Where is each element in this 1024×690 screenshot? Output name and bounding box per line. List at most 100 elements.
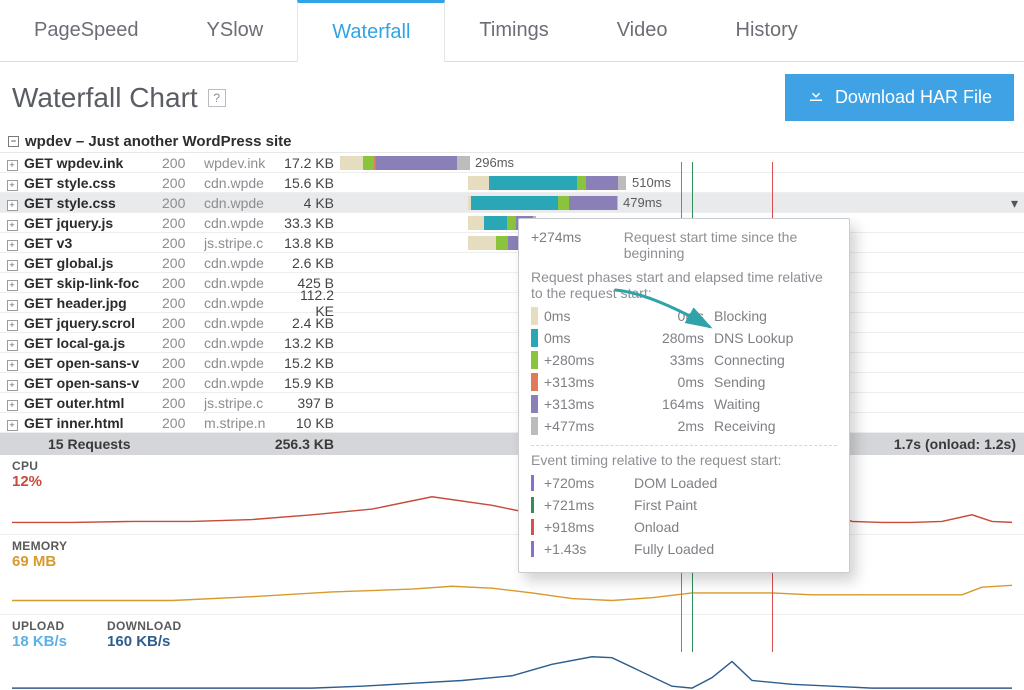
row-domain: cdn.wpde bbox=[204, 175, 278, 191]
table-row[interactable]: +GET outer.html200js.stripe.c397 B bbox=[0, 393, 1024, 413]
row-status: 200 bbox=[162, 155, 204, 171]
cpu-value: 12% bbox=[12, 473, 1012, 490]
row-name: GET skip-link-foc bbox=[24, 275, 162, 291]
row-waterfall: 510ms bbox=[340, 173, 1024, 192]
cpu-label: CPU bbox=[12, 459, 1012, 473]
memory-label: MEMORY bbox=[12, 539, 1012, 553]
tab-pagespeed[interactable]: PageSpeed bbox=[0, 0, 173, 61]
row-domain: js.stripe.c bbox=[204, 235, 278, 251]
collapse-icon[interactable]: − bbox=[8, 136, 19, 147]
row-name: GET open-sans-v bbox=[24, 375, 162, 391]
table-row[interactable]: +GET global.js200cdn.wpde2.6 KB bbox=[0, 253, 1024, 273]
tooltip-phase-row: +280ms33msConnecting bbox=[531, 349, 837, 371]
summary-requests: 15 Requests bbox=[0, 436, 182, 452]
table-row[interactable]: +GET header.jpg200cdn.wpde112.2 KE bbox=[0, 293, 1024, 313]
tab-video[interactable]: Video bbox=[583, 0, 702, 61]
chevron-down-icon[interactable]: ▾ bbox=[1011, 195, 1018, 212]
tooltip-event-row: +721msFirst Paint bbox=[531, 494, 837, 516]
waterfall-bar bbox=[468, 176, 626, 190]
row-size: 13.8 KB bbox=[278, 235, 340, 251]
phase-duration: 2ms bbox=[634, 418, 714, 434]
help-button[interactable]: ? bbox=[208, 89, 226, 107]
tab-history[interactable]: History bbox=[702, 0, 832, 61]
waterfall-bar bbox=[468, 196, 618, 210]
plus-icon: + bbox=[7, 240, 18, 251]
row-status: 200 bbox=[162, 335, 204, 351]
table-row[interactable]: +GET wpdev.ink200wpdev.ink17.2 KB296ms bbox=[0, 153, 1024, 173]
cpu-chart bbox=[12, 492, 1012, 530]
tooltip-event-row: +918msOnload bbox=[531, 516, 837, 538]
event-swatch bbox=[531, 475, 534, 491]
expand-toggle[interactable]: + bbox=[0, 215, 24, 231]
tooltip-event-row: +1.43sFully Loaded bbox=[531, 538, 837, 560]
phase-duration: 33ms bbox=[634, 352, 714, 368]
row-size: 2.6 KB bbox=[278, 255, 340, 271]
phase-offset: +313ms bbox=[544, 396, 634, 412]
event-name: Fully Loaded bbox=[634, 541, 714, 557]
expand-toggle[interactable]: + bbox=[0, 295, 24, 311]
table-row[interactable]: +GET style.css200cdn.wpde4 KB479ms▾ bbox=[0, 193, 1024, 213]
expand-toggle[interactable]: + bbox=[0, 355, 24, 371]
phase-offset: +477ms bbox=[544, 418, 634, 434]
row-size: 10 KB bbox=[278, 415, 340, 431]
expand-toggle[interactable]: + bbox=[0, 395, 24, 411]
tree-root-header[interactable]: − wpdev – Just another WordPress site bbox=[0, 131, 1024, 153]
row-waterfall: 296ms bbox=[340, 153, 1024, 172]
expand-toggle[interactable]: + bbox=[0, 235, 24, 251]
tooltip-start-label: Request start time since the beginning bbox=[624, 229, 837, 261]
download-har-button[interactable]: Download HAR File bbox=[785, 74, 1014, 121]
expand-toggle[interactable]: + bbox=[0, 415, 24, 431]
annotation-arrow bbox=[610, 285, 720, 340]
table-row[interactable]: +GET skip-link-foc200cdn.wpde425 B bbox=[0, 273, 1024, 293]
row-status: 200 bbox=[162, 295, 204, 311]
table-row[interactable]: +GET open-sans-v200cdn.wpde15.2 KB bbox=[0, 353, 1024, 373]
event-offset: +918ms bbox=[544, 519, 634, 535]
row-status: 200 bbox=[162, 395, 204, 411]
expand-toggle[interactable]: + bbox=[0, 315, 24, 331]
row-status: 200 bbox=[162, 175, 204, 191]
plus-icon: + bbox=[7, 200, 18, 211]
plus-icon: + bbox=[7, 300, 18, 311]
expand-toggle[interactable]: + bbox=[0, 195, 24, 211]
table-row[interactable]: +GET style.css200cdn.wpde15.6 KB510ms bbox=[0, 173, 1024, 193]
event-name: Onload bbox=[634, 519, 679, 535]
phase-offset: +313ms bbox=[544, 374, 634, 390]
tooltip-event-row: +720msDOM Loaded bbox=[531, 472, 837, 494]
row-status: 200 bbox=[162, 215, 204, 231]
expand-toggle[interactable]: + bbox=[0, 175, 24, 191]
table-row[interactable]: +GET local-ga.js200cdn.wpde13.2 KB bbox=[0, 333, 1024, 353]
row-name: GET jquery.scrol bbox=[24, 315, 162, 331]
expand-toggle[interactable]: + bbox=[0, 255, 24, 271]
row-domain: cdn.wpde bbox=[204, 255, 278, 271]
row-status: 200 bbox=[162, 415, 204, 431]
expand-toggle[interactable]: + bbox=[0, 275, 24, 291]
tooltip-phase-row: +477ms2msReceiving bbox=[531, 415, 837, 437]
expand-toggle[interactable]: + bbox=[0, 375, 24, 391]
row-size: 4 KB bbox=[278, 195, 340, 211]
row-size: 397 B bbox=[278, 395, 340, 411]
row-size: 2.4 KB bbox=[278, 315, 340, 331]
event-swatch bbox=[531, 541, 534, 557]
phase-duration: 0ms bbox=[634, 374, 714, 390]
tab-yslow[interactable]: YSlow bbox=[173, 0, 298, 61]
download-label: DOWNLOAD bbox=[107, 619, 181, 633]
table-row[interactable]: +GET jquery.js200cdn.wpde33.3 KB bbox=[0, 213, 1024, 233]
expand-toggle[interactable]: + bbox=[0, 335, 24, 351]
row-size: 15.2 KB bbox=[278, 355, 340, 371]
tooltip-phase-row: +313ms0msSending bbox=[531, 371, 837, 393]
upload-label: UPLOAD bbox=[12, 619, 67, 633]
table-row[interactable]: +GET jquery.scrol200cdn.wpde2.4 KB bbox=[0, 313, 1024, 333]
row-status: 200 bbox=[162, 355, 204, 371]
timing-tooltip: +274ms Request start time since the begi… bbox=[518, 218, 850, 573]
table-row[interactable]: +GET inner.html200m.stripe.n10 KB bbox=[0, 413, 1024, 433]
table-row[interactable]: +GET open-sans-v200cdn.wpde15.9 KB bbox=[0, 373, 1024, 393]
row-domain: cdn.wpde bbox=[204, 195, 278, 211]
expand-toggle[interactable]: + bbox=[0, 155, 24, 171]
row-status: 200 bbox=[162, 375, 204, 391]
tooltip-events-label: Event timing relative to the request sta… bbox=[531, 452, 837, 468]
tab-waterfall[interactable]: Waterfall bbox=[297, 0, 445, 62]
row-domain: cdn.wpde bbox=[204, 355, 278, 371]
plus-icon: + bbox=[7, 360, 18, 371]
table-row[interactable]: +GET v3200js.stripe.c13.8 KB1 bbox=[0, 233, 1024, 253]
tab-timings[interactable]: Timings bbox=[445, 0, 582, 61]
